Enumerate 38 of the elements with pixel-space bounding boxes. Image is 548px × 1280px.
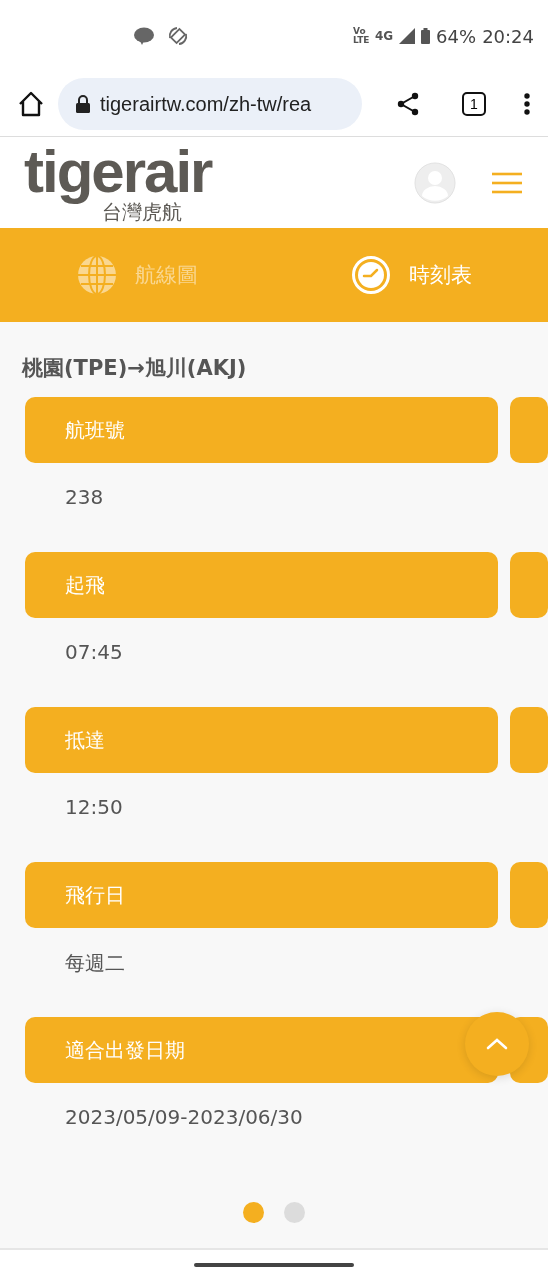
tab-count-button[interactable]: 1 — [462, 92, 486, 116]
field-header: 適合出發日期 — [25, 1017, 499, 1083]
more-options-icon[interactable] — [524, 93, 530, 115]
clock-icon — [350, 255, 391, 295]
field-value: 12:50 — [64, 794, 124, 821]
lock-icon — [76, 95, 90, 113]
menu-icon[interactable] — [492, 171, 522, 194]
field-header: 飛行日 — [25, 862, 499, 928]
globe-icon — [76, 255, 117, 295]
chevron-up-icon — [486, 1038, 508, 1050]
field-value: 07:45 — [64, 639, 124, 666]
field-value: 238 — [64, 484, 105, 511]
pager-dot[interactable] — [243, 1202, 264, 1223]
field-value: 2023/05/09-2023/06/30 — [64, 1104, 304, 1131]
battery-percentage: 64% — [436, 25, 477, 47]
field-value: 每週二 — [64, 950, 126, 977]
pager-dot[interactable] — [284, 1202, 305, 1223]
gesture-bar[interactable] — [194, 1263, 354, 1267]
rotate-icon — [168, 26, 189, 46]
next-card-header — [510, 862, 548, 928]
clock-time: 20:24 — [482, 25, 534, 47]
field-header: 起飛 — [25, 552, 499, 618]
share-icon[interactable] — [396, 92, 420, 116]
address-bar[interactable]: tigerairtw.com/zh-tw/rea — [58, 78, 362, 130]
next-card-header — [510, 397, 548, 463]
user-avatar-icon[interactable] — [414, 161, 456, 204]
volte-indicator: Vo LTE — [352, 27, 369, 45]
network-type: 4G — [374, 29, 394, 43]
signal-icon — [399, 28, 416, 44]
next-card-header — [510, 707, 548, 773]
battery-icon — [421, 28, 431, 44]
field-header: 航班號 — [25, 397, 499, 463]
logo-subtitle: 台灣虎航 — [102, 200, 182, 223]
next-card-header — [510, 552, 548, 618]
chat-bubble-icon — [134, 27, 155, 45]
home-icon[interactable] — [18, 91, 44, 117]
route-title: 桃園(TPE)→旭川(AKJ) — [22, 355, 248, 382]
field-header: 抵達 — [25, 707, 499, 773]
